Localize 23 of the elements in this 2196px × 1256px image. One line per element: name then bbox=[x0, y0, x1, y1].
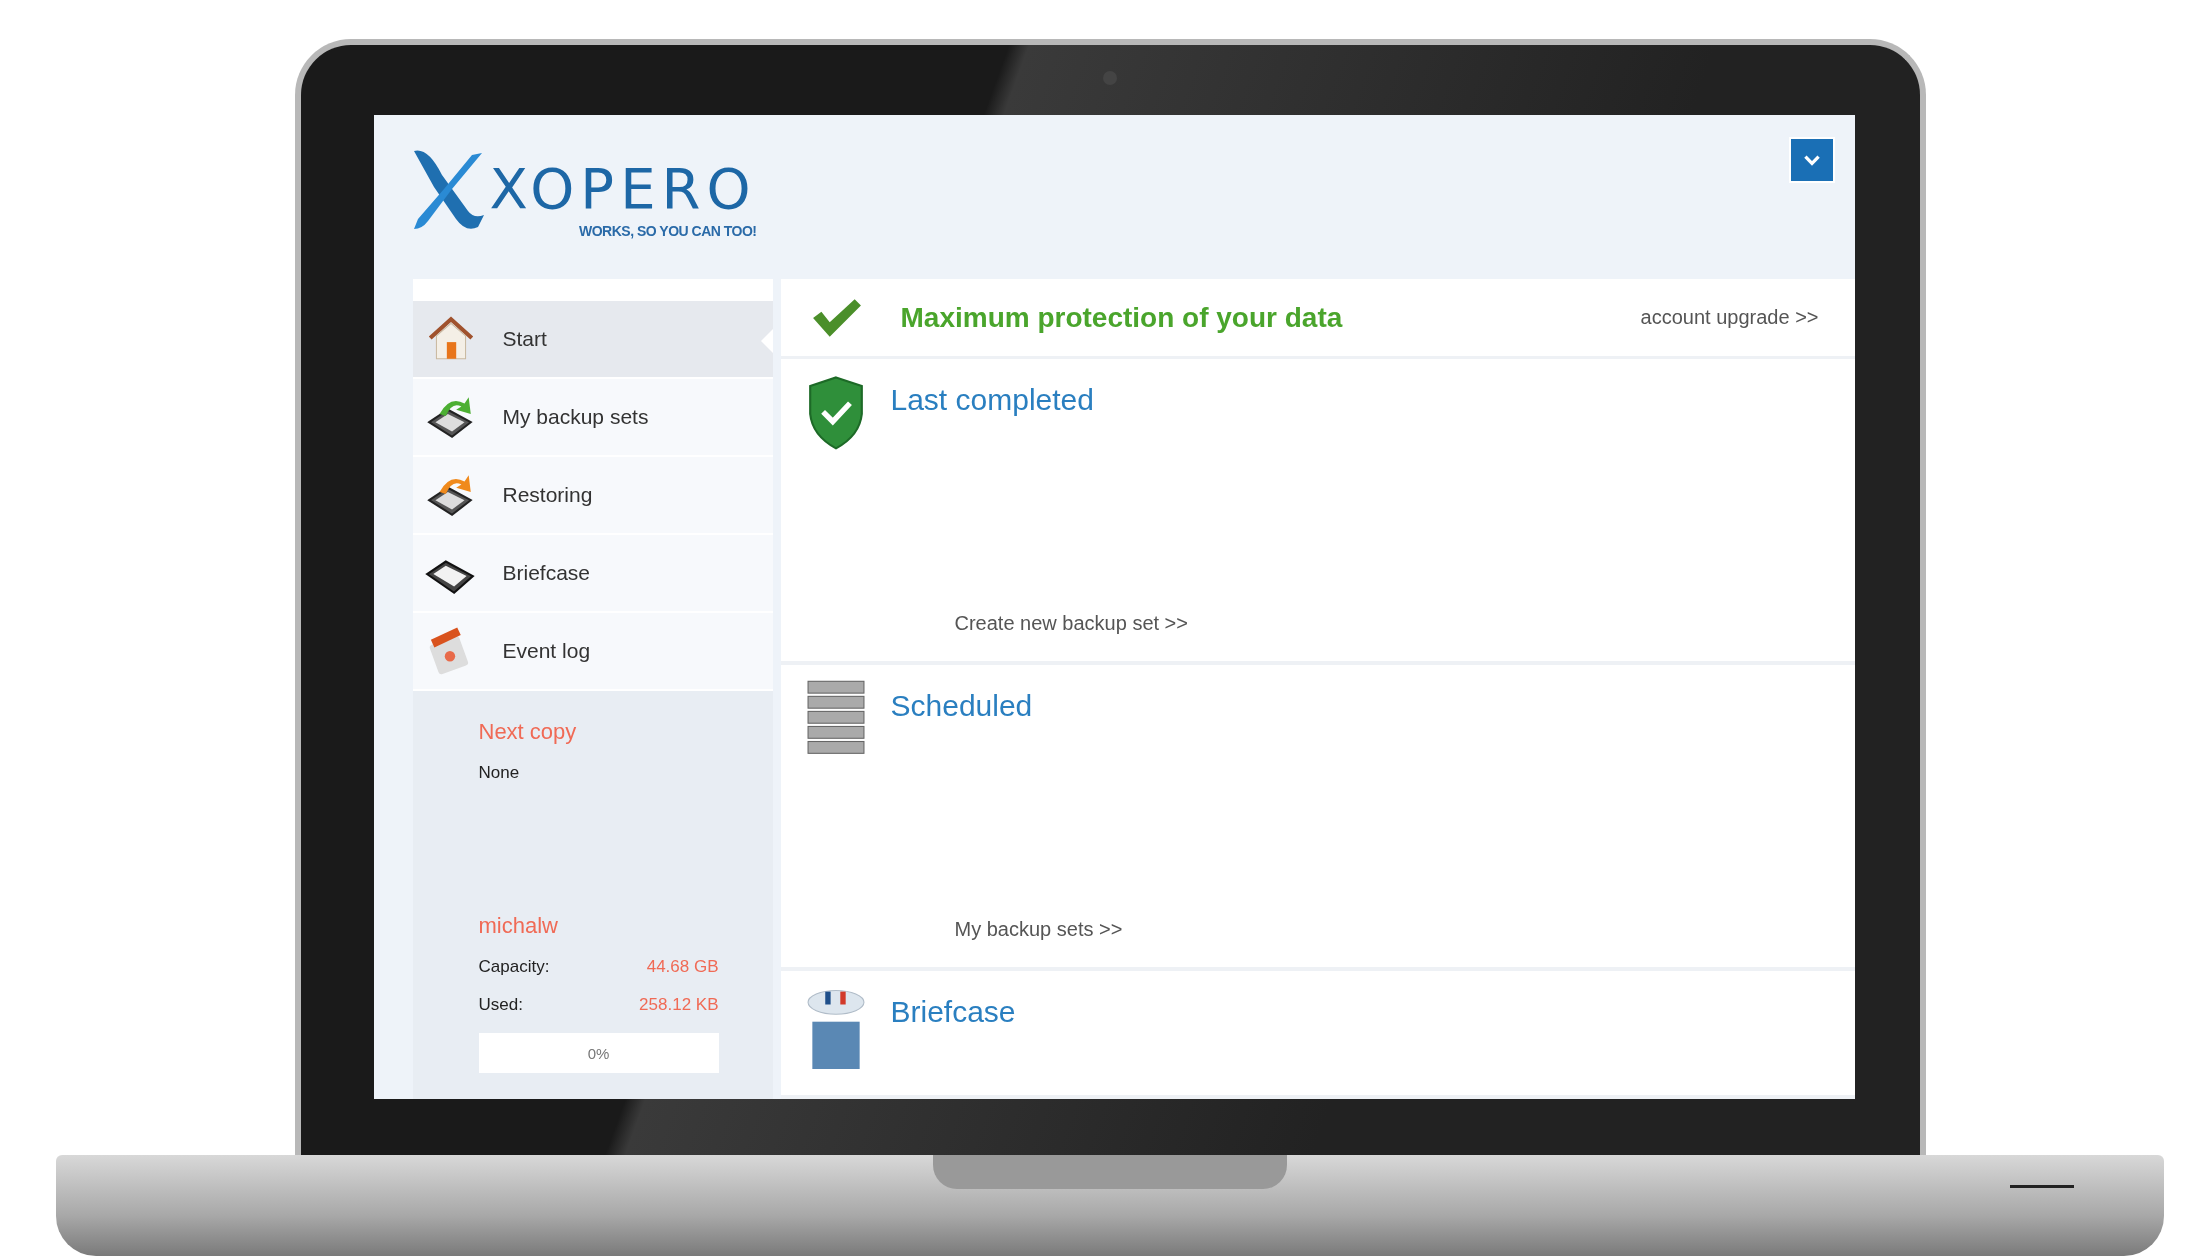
dropdown-button[interactable] bbox=[1788, 137, 1835, 183]
sidebar-item[interactable]: Restoring bbox=[412, 457, 773, 535]
section-link[interactable]: My backup sets >> bbox=[954, 918, 1855, 941]
sidebar-item[interactable]: Briefcase bbox=[412, 535, 773, 613]
account-name: michalw bbox=[478, 913, 559, 939]
next-copy-value: None bbox=[478, 763, 521, 783]
account-value: 258.12 KB bbox=[639, 995, 719, 1015]
account-label: Capacity: bbox=[478, 957, 550, 977]
account-upgrade-link[interactable]: account upgrade >> bbox=[1640, 306, 1819, 329]
banner-heading: Maximum protection of your data bbox=[900, 301, 1344, 334]
section-heading: Last completed bbox=[890, 383, 1094, 417]
section-link[interactable]: Create new backup set >> bbox=[954, 612, 1855, 635]
account-value: 44.68 GB bbox=[646, 957, 719, 977]
next-copy-heading: Next copy bbox=[478, 719, 578, 745]
sidebar-item[interactable]: Start bbox=[412, 301, 773, 379]
section-heading: Briefcase bbox=[890, 995, 1016, 1029]
sidebar-item[interactable]: My backup sets bbox=[412, 379, 773, 457]
sidebar-item[interactable]: Event log bbox=[412, 613, 773, 691]
section-heading: Scheduled bbox=[890, 689, 1033, 723]
usage-reading: 0% bbox=[587, 1044, 610, 1062]
logo-wordmark: XOPERO bbox=[489, 161, 757, 217]
account-label: Used: bbox=[478, 995, 523, 1015]
logo-tagline: WORKS, SO YOU CAN TOO! bbox=[579, 223, 757, 239]
